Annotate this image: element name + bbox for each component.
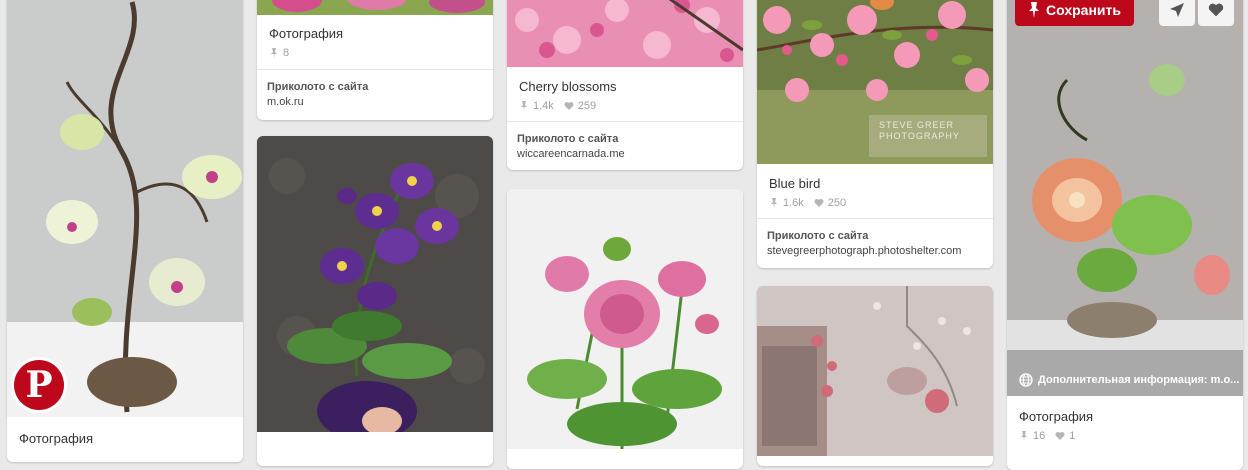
pin-card-fotografiya[interactable]: Фотография 8 Приколото с сайта m.ok.ru: [257, 0, 493, 120]
repin-icon: [771, 198, 777, 208]
pin-stats: 1.6k 250: [769, 197, 846, 209]
pin-image[interactable]: [757, 286, 993, 456]
source-link[interactable]: m.ok.ru: [267, 96, 304, 108]
pin-image[interactable]: [257, 0, 493, 15]
pin-image[interactable]: [7, 0, 243, 417]
pin-card-chandelier[interactable]: [757, 286, 993, 466]
more-info-label: Дополнительная информация: m.o...: [1038, 374, 1240, 386]
repin-icon: [271, 48, 277, 58]
pinterest-logo-mark: P: [14, 360, 64, 410]
heart-icon: [814, 199, 824, 207]
pin-stats: 1.4k 259: [519, 100, 596, 112]
pin-title: Blue bird: [769, 176, 821, 191]
pin-image[interactable]: [507, 189, 743, 449]
pin-image[interactable]: [257, 136, 493, 432]
repin-count: 1.4k: [533, 100, 554, 112]
pinterest-logo[interactable]: P: [11, 357, 67, 413]
pin-image[interactable]: [507, 0, 743, 67]
source-link[interactable]: wiccareencarnada.me: [517, 148, 625, 160]
pin-card-cherry-blossoms[interactable]: Cherry blossoms 1.4k 259 Приколото с сай…: [507, 0, 743, 170]
like-button[interactable]: [1198, 0, 1234, 26]
divider: [257, 69, 493, 70]
like-count: 250: [827, 197, 847, 209]
source-label: Приколото с сайта: [767, 230, 869, 242]
source-link[interactable]: stevegreerphotograph.photoshelter.com: [767, 245, 961, 257]
source-label: Приколото с сайта: [517, 133, 619, 145]
pin-card-rose[interactable]: [507, 189, 743, 469]
pin-card-blue-bird[interactable]: STEVE GREER PHOTOGRAPHY Blue bird 1.6k 2…: [757, 0, 993, 268]
heart-icon: [1055, 432, 1065, 440]
image-watermark: STEVE GREER PHOTOGRAPHY: [879, 120, 960, 141]
globe-icon: [1019, 373, 1033, 387]
repin-count: 1.6k: [783, 197, 804, 209]
repin-count: 16: [1033, 430, 1046, 442]
send-button[interactable]: [1159, 0, 1195, 26]
pin-image[interactable]: STEVE GREER PHOTOGRAPHY: [757, 0, 993, 164]
repin-icon: [1021, 431, 1027, 441]
send-icon: [1170, 3, 1184, 17]
pin-stats: 16 1: [1019, 430, 1075, 442]
pin-icon: [1029, 2, 1040, 18]
repin-count: 8: [283, 47, 290, 59]
divider: [757, 218, 993, 219]
save-button-label: Сохранить: [1046, 2, 1121, 18]
more-info-link[interactable]: Дополнительная информация: m.o...: [1019, 373, 1239, 387]
pin-image[interactable]: [1007, 0, 1243, 396]
pin-title: Cherry blossoms: [519, 79, 617, 94]
divider: [507, 121, 743, 122]
pin-title: Фотография: [1019, 409, 1094, 424]
like-count: 1: [1069, 430, 1076, 442]
source-label: Приколото с сайта: [267, 81, 369, 93]
heart-icon: [564, 102, 574, 110]
like-count: 259: [577, 100, 597, 112]
pin-title: Фотография: [269, 26, 344, 41]
repin-icon: [521, 101, 527, 111]
pin-stats: 8: [269, 47, 289, 59]
pin-card-hovered[interactable]: Фотография 16 1: [1007, 0, 1243, 470]
save-button[interactable]: Сохранить: [1015, 0, 1134, 26]
pin-card-orchid-purple[interactable]: [257, 136, 493, 466]
heart-icon: [1208, 3, 1224, 17]
